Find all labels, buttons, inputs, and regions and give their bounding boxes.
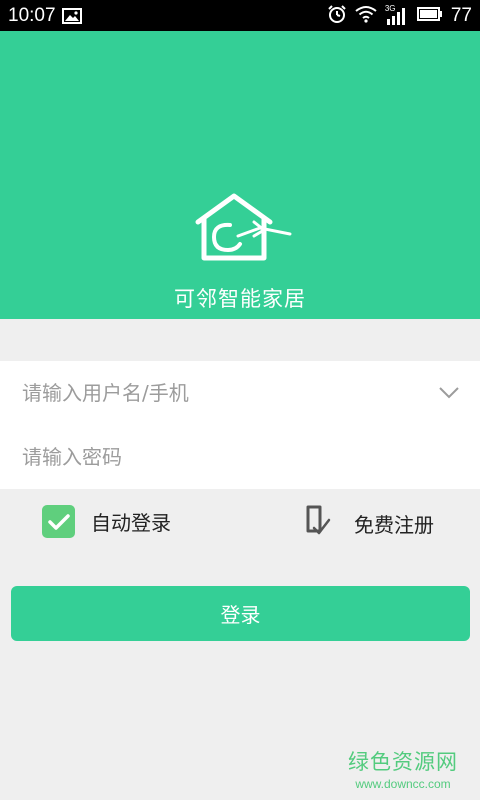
site-watermark: 绿色资源网 www.downcc.com	[348, 746, 458, 791]
app-name: 可邻智能家居	[174, 287, 306, 311]
username-input[interactable]	[22, 381, 422, 405]
watermark-title: 绿色资源网	[348, 750, 458, 774]
register-link[interactable]: 免费注册	[302, 504, 434, 542]
status-indicators: 3G 77	[327, 4, 472, 28]
register-label: 免费注册	[354, 512, 434, 537]
checkmark-icon	[47, 513, 70, 530]
auto-login-toggle[interactable]: 自动登录	[42, 505, 171, 538]
register-icon	[302, 504, 332, 542]
login-options: 自动登录 免费注册	[0, 489, 480, 553]
house-logo-icon	[195, 193, 292, 261]
status-time: 10:07	[8, 5, 56, 26]
login-form	[0, 361, 480, 489]
image-notification-icon	[62, 8, 82, 28]
password-input[interactable]	[22, 445, 422, 469]
cellular-signal-icon: 3G	[385, 4, 409, 26]
wifi-icon	[355, 5, 377, 27]
app-header: 可邻智能家居	[0, 31, 480, 319]
password-field	[0, 425, 480, 489]
login-button[interactable]: 登录	[11, 586, 470, 641]
watermark-url: www.downcc.com	[355, 777, 451, 791]
auto-login-checkbox[interactable]	[42, 505, 75, 538]
battery-level: 77	[450, 5, 472, 26]
username-field	[0, 361, 480, 425]
chevron-down-icon[interactable]	[438, 385, 460, 404]
battery-icon	[416, 6, 443, 26]
status-bar: 10:07 3G 77	[0, 0, 480, 31]
auto-login-label: 自动登录	[91, 511, 171, 535]
alarm-icon	[327, 4, 347, 28]
